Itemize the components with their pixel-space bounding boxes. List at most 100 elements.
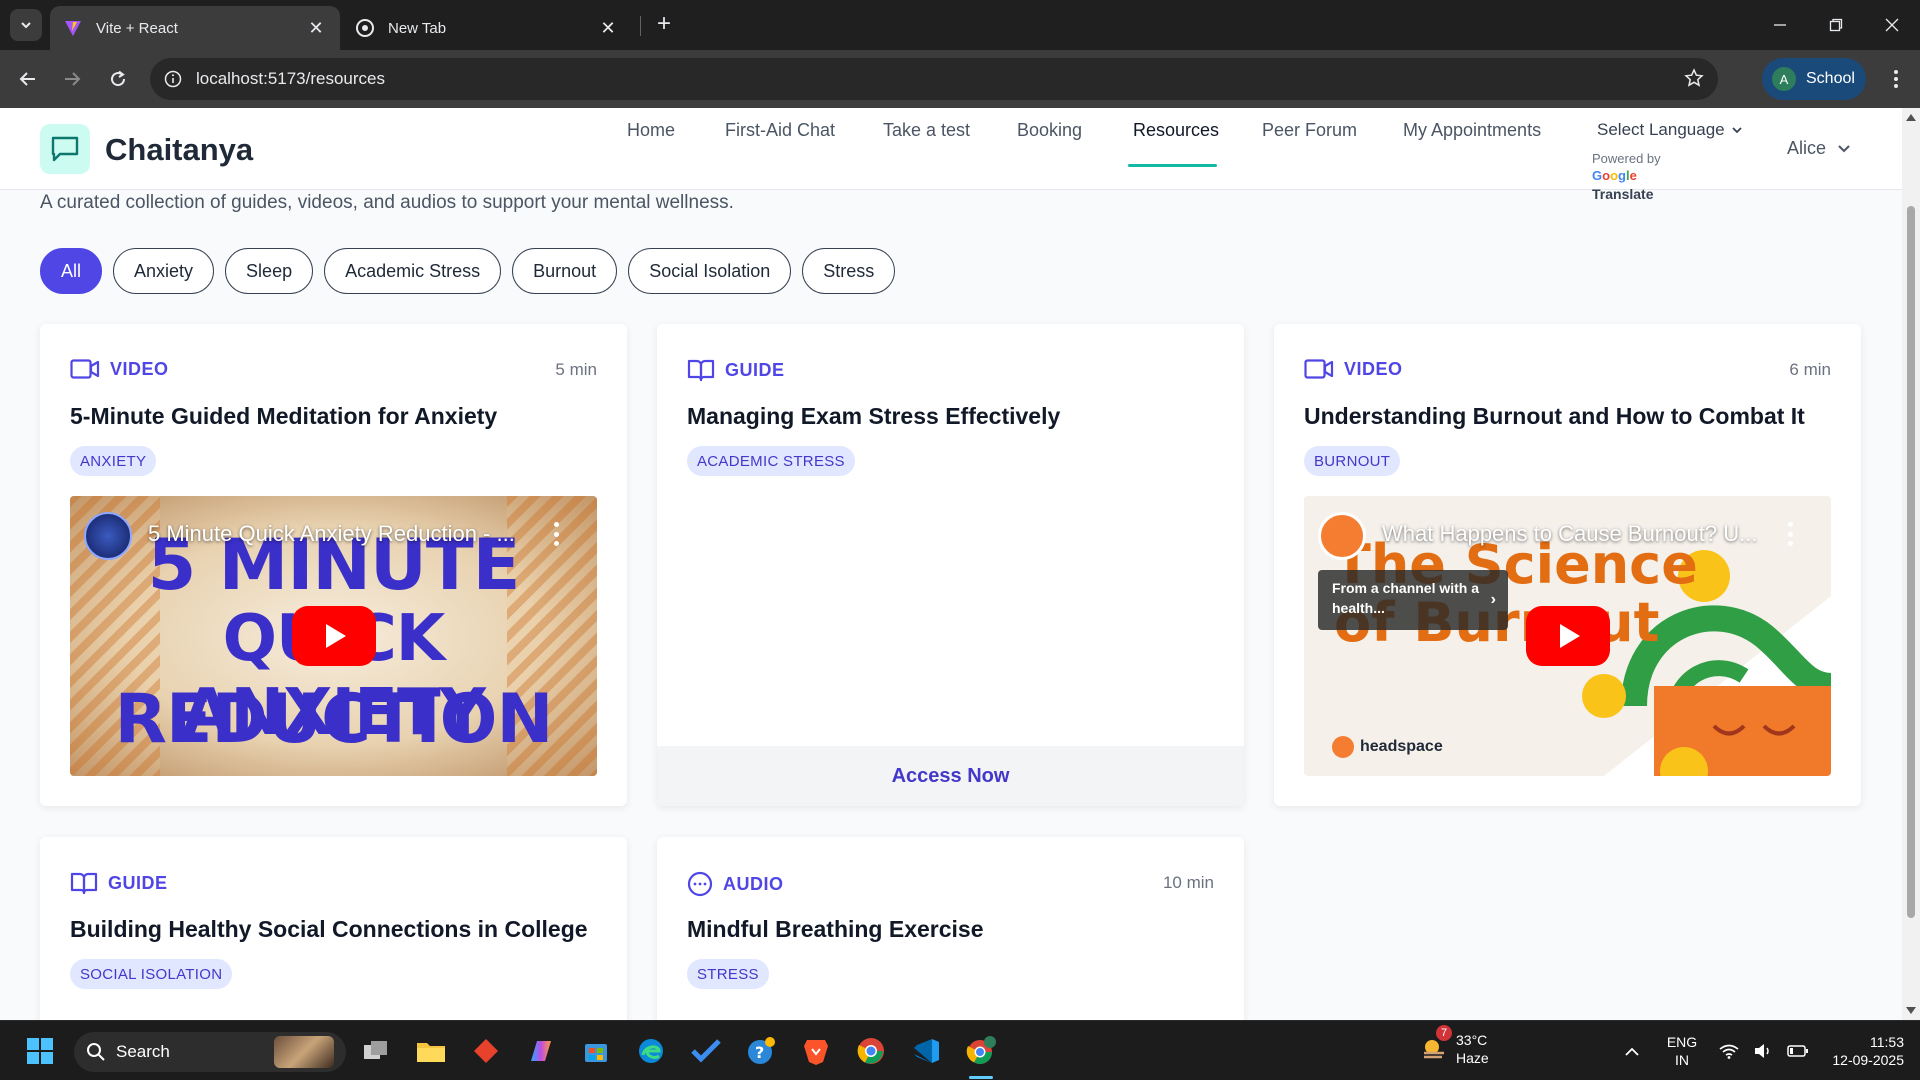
volume-icon [1754,1044,1769,1058]
vite-icon [64,19,82,37]
reload-icon [111,70,126,87]
app-icon[interactable] [468,1033,504,1069]
arrow-left-icon [19,72,35,86]
scrollbar-thumb[interactable] [1907,206,1915,918]
chrome-profile-icon[interactable] [963,1033,999,1069]
resource-duration: 5 min [555,360,597,379]
show-hidden-icons[interactable] [1614,1033,1650,1069]
filter-chip-social-isolation[interactable]: Social Isolation [628,248,792,294]
video-title[interactable]: What Happens to Cause Burnout? U... [1382,521,1757,547]
forward-button[interactable] [56,63,88,95]
book-icon [70,872,98,895]
resource-type: AUDIO [687,871,784,897]
arrow-right-icon [65,72,81,86]
restore-button[interactable] [1808,0,1864,50]
profile-button[interactable]: A School [1762,58,1866,100]
task-view-icon[interactable] [358,1033,394,1069]
nav-booking[interactable]: Booking [1017,120,1082,141]
video-embed[interactable]: The Scienceof Burnout From a channel wit… [1304,496,1831,776]
filter-chip-sleep[interactable]: Sleep [225,248,314,294]
user-menu[interactable]: Alice [1787,138,1852,159]
minimize-button[interactable] [1752,0,1808,50]
resource-tag: BURNOUT [1304,446,1401,476]
browser-tab[interactable]: New Tab ✕ [342,6,632,50]
scroll-up-arrow[interactable] [1906,114,1916,121]
resource-tag: SOCIAL ISOLATION [70,959,233,989]
play-button[interactable] [292,606,376,666]
video-title[interactable]: 5 Minute Quick Anxiety Reduction - ... [148,521,515,547]
help-icon[interactable]: ? [743,1033,779,1069]
nav-home[interactable]: Home [627,120,675,141]
nav-take-a-test[interactable]: Take a test [883,120,970,141]
search-highlight-image [274,1036,334,1068]
chrome-icon[interactable] [853,1033,889,1069]
scroll-down-arrow[interactable] [1906,1007,1916,1014]
page-scrollbar[interactable] [1902,108,1920,1020]
play-button[interactable] [1526,606,1610,666]
browser-tab-active[interactable]: Vite + React ✕ [50,6,340,50]
resource-type-label: VIDEO [110,358,169,379]
weather-condition: Haze [1456,1050,1489,1066]
new-tab-button[interactable]: + [650,10,678,38]
channel-avatar[interactable] [84,512,132,560]
category-filters: All Anxiety Sleep Academic Stress Burnou… [40,248,896,294]
input-language[interactable]: ENG IN [1664,1033,1700,1069]
filter-chip-stress[interactable]: Stress [802,248,896,294]
resource-duration: 6 min [1789,360,1831,379]
notification-badge: 7 [1436,1025,1452,1041]
avatar: A [1772,67,1796,91]
nav-my-appointments[interactable]: My Appointments [1403,120,1541,141]
browser-menu-button[interactable] [1880,63,1912,95]
nav-first-aid-chat[interactable]: First-Aid Chat [725,120,835,141]
nav-peer-forum[interactable]: Peer Forum [1262,120,1357,141]
filter-chip-anxiety[interactable]: Anxiety [113,248,215,294]
profile-name: School [1806,70,1855,87]
todo-icon[interactable] [688,1033,724,1069]
channel-notice[interactable]: From a channel with a health... › [1318,570,1508,630]
address-bar[interactable]: localhost:5173/resources [150,58,1718,100]
resource-type-label: AUDIO [723,873,784,894]
bookmark-star-icon[interactable] [1684,68,1704,93]
edge-icon[interactable] [633,1033,669,1069]
access-now-button[interactable]: Access Now [657,746,1244,806]
weather-widget[interactable]: 7 33°C Haze [1420,1025,1489,1067]
brand-name[interactable]: Chaitanya [105,132,253,168]
resource-title: Managing Exam Stress Effectively [687,403,1061,429]
copilot-icon[interactable] [523,1033,559,1069]
video-more-button[interactable] [1787,522,1793,546]
start-button[interactable] [22,1033,58,1069]
system-tray[interactable] [1712,1033,1816,1069]
close-tab-icon[interactable]: ✕ [306,18,326,38]
tab-search-button[interactable] [10,9,42,41]
info-icon[interactable] [164,70,182,88]
close-window-button[interactable] [1864,0,1920,50]
resource-type-label: GUIDE [725,359,785,380]
video-icon [70,359,100,379]
reload-button[interactable] [102,63,134,95]
google-logo[interactable]: Google [1592,167,1661,184]
clock[interactable]: 11:53 12-09-2025 [1818,1033,1904,1069]
taskbar-search[interactable]: Search [74,1032,346,1072]
store-icon[interactable] [578,1033,614,1069]
logo[interactable] [40,124,90,174]
resource-title: 5-Minute Guided Meditation for Anxiety [70,403,498,429]
channel-avatar[interactable] [1318,512,1366,560]
file-explorer-icon[interactable] [413,1033,449,1069]
browser-tabstrip: Vite + React ✕ New Tab ✕ + [0,0,1920,50]
nav-resources[interactable]: Resources [1133,120,1219,141]
vscode-icon[interactable] [908,1033,944,1069]
weather-temp: 33°C [1456,1032,1488,1048]
filter-chip-academic-stress[interactable]: Academic Stress [324,248,502,294]
filter-chip-all[interactable]: All [40,248,103,294]
brave-icon[interactable] [798,1033,834,1069]
search-icon [87,1043,105,1061]
thumbnail-text: REDUCTION [114,680,554,759]
back-button[interactable] [12,63,44,95]
language-select[interactable]: Select Language [1597,120,1743,140]
close-tab-icon[interactable]: ✕ [598,18,618,38]
headspace-logo: headspace [1332,736,1443,758]
chevron-down-icon [1731,127,1742,134]
video-more-button[interactable] [553,522,559,546]
video-embed[interactable]: 5 MINUTE QUICK ANXIETY REDUCTION 5 Minut… [70,496,597,776]
filter-chip-burnout[interactable]: Burnout [512,248,618,294]
